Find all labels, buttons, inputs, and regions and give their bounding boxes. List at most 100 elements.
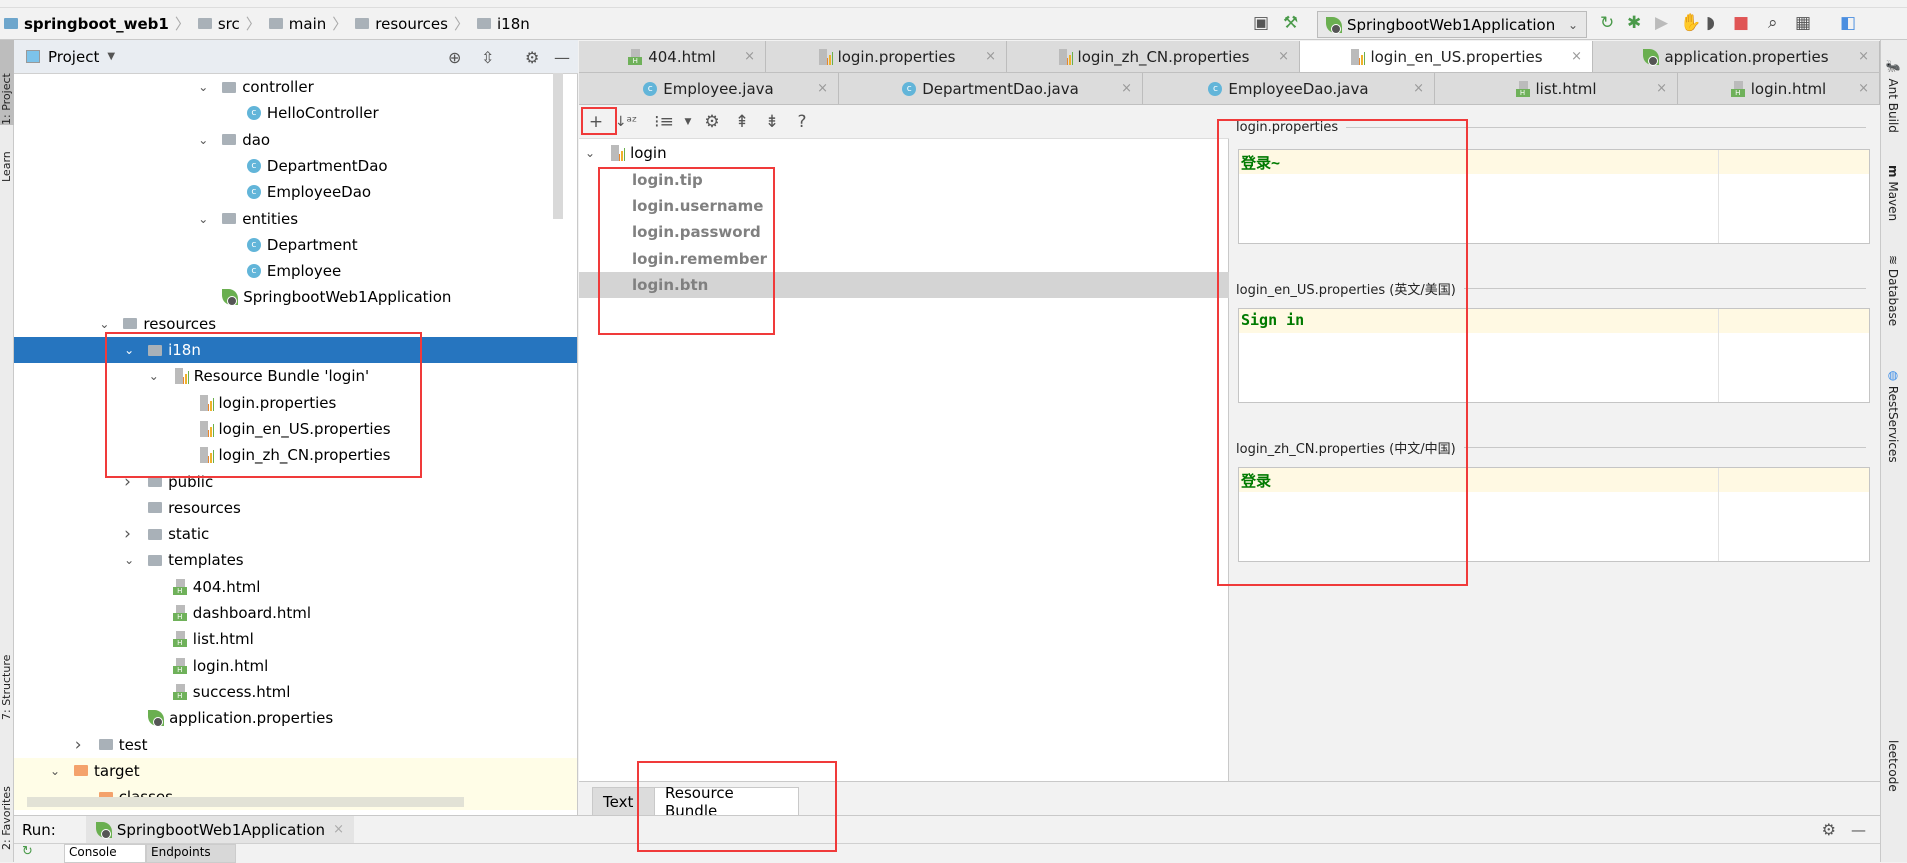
tree-item[interactable]: ⌄ i18n bbox=[14, 337, 577, 363]
chevron-down-icon[interactable]: ⌄ bbox=[585, 146, 595, 160]
bundle-root[interactable]: ⌄ login bbox=[579, 140, 667, 166]
attach-icon[interactable]: ✋ bbox=[1680, 13, 1701, 33]
close-icon[interactable]: × bbox=[744, 49, 755, 64]
build-hammer-icon[interactable]: ⚒ bbox=[1283, 13, 1298, 33]
chevron-down-icon[interactable]: ⌄ bbox=[50, 764, 60, 778]
rerun-icon[interactable]: ↻ bbox=[22, 844, 33, 859]
property-key[interactable]: login.tip bbox=[579, 167, 1229, 193]
debug-icon[interactable]: ✱ bbox=[1627, 13, 1641, 33]
chevron-down-icon[interactable]: ⌄ bbox=[124, 343, 134, 357]
close-icon[interactable]: × bbox=[1571, 49, 1582, 64]
tree-item[interactable]: login_en_US.properties bbox=[14, 416, 577, 442]
expand-all-icon[interactable]: ⇞ bbox=[727, 112, 757, 132]
tree-item[interactable]: c EmployeeDao bbox=[14, 179, 577, 205]
tool-tab-maven[interactable]: m Maven bbox=[1886, 165, 1900, 221]
tab-text[interactable]: Text bbox=[592, 787, 656, 816]
add-property-button[interactable]: + bbox=[581, 112, 611, 132]
editor-tab[interactable]: login_en_US.properties × bbox=[1300, 41, 1593, 72]
editor-tab[interactable]: c EmployeeDao.java × bbox=[1143, 73, 1435, 104]
gear-icon[interactable]: ⚙ bbox=[697, 112, 727, 132]
tree-item[interactable]: resources bbox=[14, 495, 577, 521]
tree-item[interactable]: ⌄ entities bbox=[14, 206, 577, 232]
tool-tab-leetcode[interactable]: leetcode bbox=[1886, 740, 1900, 792]
editor-tab[interactable]: list.html × bbox=[1435, 73, 1678, 104]
tree-item[interactable]: success.html bbox=[14, 679, 577, 705]
editor-tab[interactable]: 404.html × bbox=[579, 41, 766, 72]
editor-tab[interactable]: login.properties × bbox=[766, 41, 1007, 72]
chevron-right-icon[interactable]: › bbox=[75, 735, 82, 755]
chevron-down-icon[interactable]: ⌄ bbox=[198, 212, 208, 226]
tree-item[interactable]: › static bbox=[14, 521, 577, 547]
chevron-down-icon[interactable]: ⌄ bbox=[198, 133, 208, 147]
chevron-down-icon[interactable]: ⌄ bbox=[124, 553, 134, 567]
breadcrumb-project[interactable]: springboot_web1 〉 bbox=[0, 13, 194, 34]
tool-tab-project[interactable]: 1: Project bbox=[0, 40, 14, 125]
tree-item[interactable]: application.properties bbox=[14, 705, 577, 731]
chevron-down-icon[interactable]: ⌄ bbox=[149, 369, 159, 383]
close-icon[interactable]: × bbox=[1413, 81, 1424, 96]
rerun-icon[interactable]: ↻ bbox=[1600, 13, 1614, 33]
tool-tab-structure[interactable]: 7: Structure bbox=[0, 630, 14, 720]
chevron-down-icon[interactable]: ⌄ bbox=[99, 317, 109, 331]
tree-item[interactable]: c Employee bbox=[14, 258, 577, 284]
close-icon[interactable]: × bbox=[985, 49, 996, 64]
tree-item[interactable]: 404.html bbox=[14, 574, 577, 600]
property-value[interactable]: 登录 bbox=[1241, 470, 1271, 491]
run-icon[interactable]: ▶ bbox=[1655, 13, 1668, 33]
run-window-icon[interactable]: ▣ bbox=[1253, 13, 1269, 33]
breadcrumb-src[interactable]: src 〉 bbox=[194, 13, 265, 34]
editor-tab[interactable]: c DepartmentDao.java × bbox=[839, 73, 1143, 104]
tool-tab-favorites[interactable]: 2: Favorites bbox=[0, 750, 14, 850]
project-structure-icon[interactable]: ▦ bbox=[1795, 13, 1811, 33]
project-vertical-scrollbar[interactable] bbox=[553, 73, 563, 219]
close-icon[interactable]: × bbox=[1278, 49, 1289, 64]
tree-item[interactable]: list.html bbox=[14, 626, 577, 652]
tree-item[interactable]: ⌄ target bbox=[14, 757, 577, 784]
property-value[interactable]: Sign in bbox=[1241, 311, 1304, 329]
tab-endpoints[interactable]: Endpoints bbox=[146, 844, 236, 863]
tab-console[interactable]: Console bbox=[64, 844, 146, 863]
tab-resource-bundle[interactable]: Resource Bundle bbox=[654, 784, 799, 820]
close-icon[interactable]: × bbox=[333, 822, 344, 837]
breadcrumb-resources[interactable]: resources 〉 bbox=[351, 13, 473, 34]
project-view-selector[interactable]: Project bbox=[48, 48, 99, 66]
tree-item[interactable]: login.html bbox=[14, 653, 577, 679]
coverage-icon[interactable]: ◗ bbox=[1706, 13, 1715, 33]
property-key[interactable]: login.btn bbox=[579, 271, 1229, 298]
stop-icon[interactable]: ■ bbox=[1733, 13, 1749, 33]
collapse-all-icon[interactable]: ⇟ bbox=[757, 112, 787, 132]
property-value-editor[interactable]: 登录 bbox=[1238, 467, 1870, 562]
run-configuration-dropdown[interactable]: SpringbootWeb1Application ⌄ bbox=[1317, 11, 1587, 38]
tree-item[interactable]: login.properties bbox=[14, 390, 577, 416]
tree-item[interactable]: SpringbootWeb1Application bbox=[14, 284, 577, 310]
tree-item[interactable]: › public bbox=[14, 469, 577, 495]
chevron-down-icon[interactable]: ⌄ bbox=[198, 80, 208, 94]
editor-tab[interactable]: application.properties × bbox=[1593, 41, 1880, 72]
editor-tab[interactable]: login_zh_CN.properties × bbox=[1007, 41, 1300, 72]
tree-item[interactable]: c HelloController bbox=[14, 100, 577, 126]
property-key[interactable]: login.username bbox=[579, 193, 1229, 219]
tool-tab-learn[interactable]: Learn bbox=[0, 132, 14, 182]
editor-tab[interactable]: login.html × bbox=[1678, 73, 1880, 104]
tree-item[interactable]: ⌄ templates bbox=[14, 547, 577, 573]
tree-item[interactable]: ⌄ resources bbox=[14, 311, 577, 337]
translate-icon[interactable]: ◧ bbox=[1840, 13, 1856, 33]
gear-icon[interactable]: ⚙ bbox=[525, 48, 539, 67]
property-key[interactable]: login.remember bbox=[579, 246, 1229, 272]
property-value[interactable]: 登录~ bbox=[1241, 152, 1280, 173]
tool-tab-ant-build[interactable]: 🐜 Ant Build bbox=[1886, 60, 1900, 133]
breadcrumb-i18n[interactable]: i18n bbox=[473, 15, 534, 33]
tree-item[interactable]: ⌄ Resource Bundle 'login' bbox=[14, 363, 577, 389]
breadcrumb-main[interactable]: main 〉 bbox=[265, 13, 352, 34]
tree-item[interactable]: c Department bbox=[14, 232, 577, 258]
dropdown-arrow-icon[interactable]: ▼ bbox=[679, 117, 697, 127]
project-horizontal-scrollbar[interactable] bbox=[27, 797, 464, 807]
chevron-right-icon[interactable]: › bbox=[124, 472, 131, 492]
help-icon[interactable]: ? bbox=[787, 112, 817, 132]
close-icon[interactable]: × bbox=[1858, 81, 1869, 96]
dropdown-arrow-icon[interactable]: ▼ bbox=[107, 51, 115, 62]
sort-alphabetically-icon[interactable]: ↓ᵃᶻ bbox=[611, 114, 641, 130]
group-by-prefix-icon[interactable]: ⁝≡ bbox=[649, 112, 679, 132]
collapse-all-icon[interactable]: ⇳ bbox=[481, 48, 494, 67]
gear-icon[interactable]: ⚙ bbox=[1822, 820, 1836, 839]
